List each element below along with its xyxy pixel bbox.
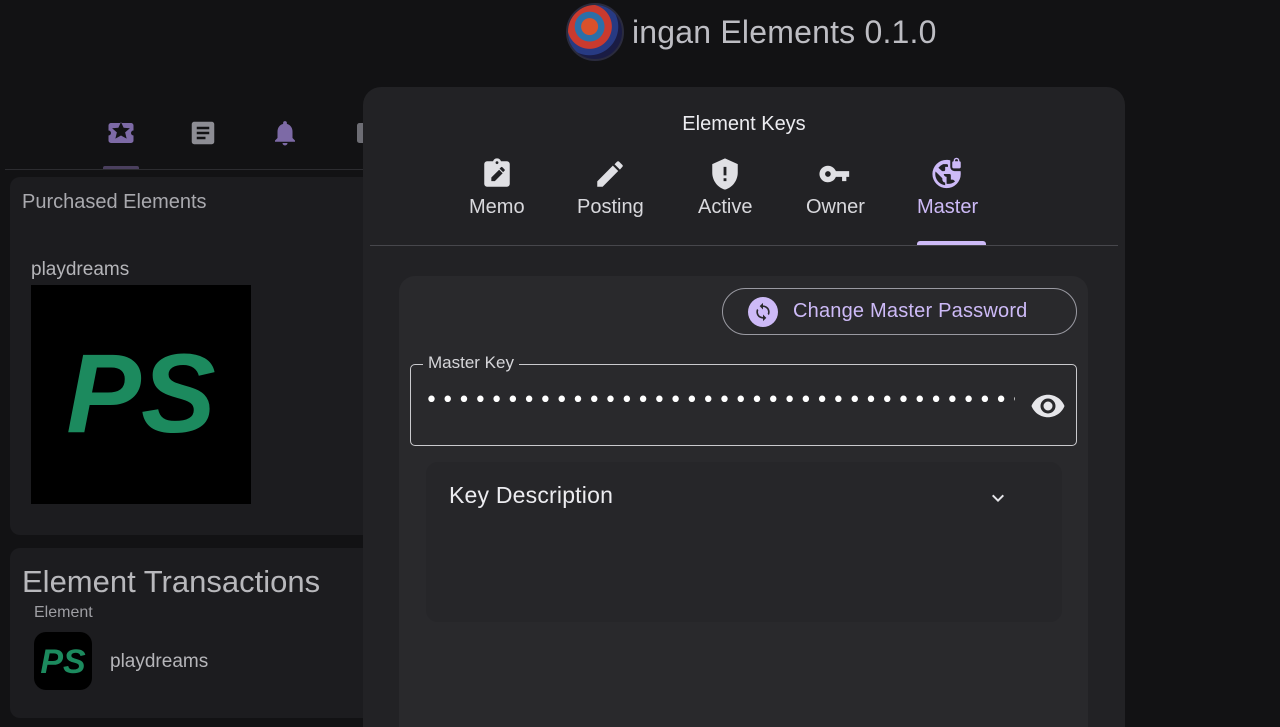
change-master-password-button[interactable]: Change Master Password xyxy=(722,288,1077,335)
ticket-star-icon[interactable] xyxy=(104,116,138,150)
svg-text:PS: PS xyxy=(66,340,215,450)
app-logo-icon xyxy=(566,3,624,61)
key-icon xyxy=(819,165,850,183)
key-description-title: Key Description xyxy=(449,482,614,508)
refresh-icon xyxy=(748,296,778,327)
app-title: ingan Elements 0.1.0 xyxy=(632,13,937,50)
tab-label: Memo xyxy=(469,196,525,218)
document-icon[interactable] xyxy=(186,116,220,150)
purchased-title: Purchased Elements xyxy=(22,191,207,213)
key-tabs: Memo Posting Active Owner Master xyxy=(363,157,1125,247)
tab-active[interactable]: Active xyxy=(698,157,752,219)
svg-text:PS: PS xyxy=(40,644,86,678)
eye-icon[interactable] xyxy=(1028,386,1068,426)
tab-posting[interactable]: Posting xyxy=(577,157,644,219)
transaction-element-name[interactable]: playdreams xyxy=(110,651,208,673)
master-key-label: Master Key xyxy=(423,353,519,373)
chevron-down-icon[interactable] xyxy=(984,484,1012,512)
master-key-input[interactable]: ••••••••••••••••••••••••••••••••••••••••… xyxy=(425,388,1015,422)
tab-label: Posting xyxy=(577,196,644,218)
element-transactions-card: Element Transactions Element PS playdrea… xyxy=(10,548,390,718)
tab-label: Active xyxy=(698,196,753,218)
transactions-column-header: Element xyxy=(34,604,93,621)
bell-icon[interactable] xyxy=(268,116,302,150)
app-header: ingan Elements 0.1.0 xyxy=(566,3,937,61)
tab-label: Owner xyxy=(806,196,865,218)
globe-lock-icon xyxy=(931,157,961,189)
divider xyxy=(5,169,385,170)
playdreams-logo-icon: PS xyxy=(66,340,215,450)
change-master-password-label: Change Master Password xyxy=(793,300,1028,322)
purchased-elements-card: Purchased Elements playdreams PS xyxy=(10,177,390,535)
tab-owner[interactable]: Owner xyxy=(806,157,865,219)
divider xyxy=(370,245,1118,246)
tab-master[interactable]: Master xyxy=(917,157,978,219)
transactions-title: Element Transactions xyxy=(22,564,321,599)
element-image[interactable]: PS xyxy=(31,285,251,504)
top-nav-tabs xyxy=(0,100,380,170)
playdreams-logo-icon: PS xyxy=(40,644,86,678)
clipboard-edit-icon xyxy=(484,158,510,187)
tab-memo[interactable]: Memo xyxy=(469,157,525,219)
master-key-field: Master Key •••••••••••••••••••••••••••••… xyxy=(410,353,1077,446)
master-key-panel: Change Master Password Master Key ••••••… xyxy=(399,276,1088,727)
pencil-icon xyxy=(597,161,624,187)
element-name[interactable]: playdreams xyxy=(31,259,129,281)
element-keys-dialog: Element Keys Memo Posting Active Owner M… xyxy=(363,87,1125,727)
dialog-title: Element Keys xyxy=(682,113,806,135)
avatar[interactable]: PS xyxy=(34,632,92,690)
shield-alert-icon xyxy=(712,158,738,190)
tab-label: Master xyxy=(917,196,979,218)
key-description-accordion[interactable]: Key Description xyxy=(426,462,1062,622)
